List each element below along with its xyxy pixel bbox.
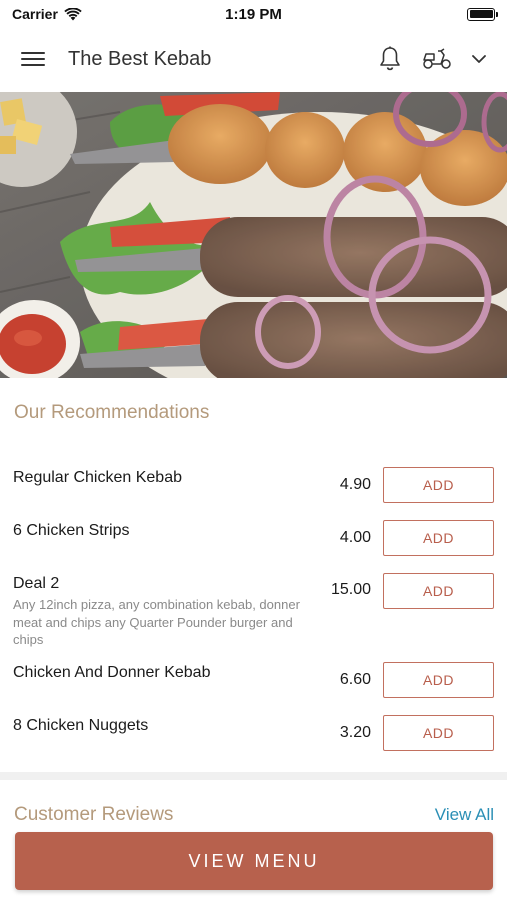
battery-icon bbox=[467, 7, 498, 21]
status-bar: Carrier 1:19 PM bbox=[0, 0, 507, 28]
add-button[interactable]: ADD bbox=[383, 467, 494, 503]
menu-item-name: Chicken And Donner Kebab bbox=[13, 664, 211, 681]
status-time: 1:19 PM bbox=[225, 6, 282, 23]
menu-item-price: 6.60 bbox=[339, 671, 371, 688]
add-button[interactable]: ADD bbox=[383, 573, 494, 609]
add-button[interactable]: ADD bbox=[383, 520, 494, 556]
menu-item-price: 4.00 bbox=[339, 529, 371, 546]
add-button[interactable]: ADD bbox=[383, 662, 494, 698]
page-title: The Best Kebab bbox=[68, 47, 212, 70]
chevron-down-icon[interactable] bbox=[471, 46, 487, 72]
menu-item-name: Deal 2 bbox=[13, 575, 60, 592]
reviews-title: Customer Reviews bbox=[14, 804, 174, 825]
menu-item-price: 15.00 bbox=[330, 581, 371, 598]
nav-bar: The Best Kebab bbox=[0, 28, 507, 90]
menu-icon[interactable] bbox=[20, 49, 46, 69]
recommendations-title: Our Recommendations bbox=[14, 402, 210, 423]
section-divider bbox=[0, 772, 507, 780]
menu-item-price: 4.90 bbox=[339, 476, 371, 493]
menu-item-name: 6 Chicken Strips bbox=[13, 522, 130, 539]
hero-image bbox=[0, 92, 507, 378]
menu-item-price: 3.20 bbox=[339, 724, 371, 741]
view-all-link[interactable]: View All bbox=[435, 805, 494, 825]
view-menu-button[interactable]: VIEW MENU bbox=[15, 832, 493, 890]
menu-item-description: Any 12inch pizza, any combination kebab,… bbox=[13, 597, 300, 647]
scooter-icon[interactable] bbox=[421, 46, 453, 72]
add-button[interactable]: ADD bbox=[383, 715, 494, 751]
nav-actions bbox=[377, 46, 487, 72]
bell-icon[interactable] bbox=[377, 46, 403, 72]
menu-item-name: 8 Chicken Nuggets bbox=[13, 717, 149, 734]
menu-item-name: Regular Chicken Kebab bbox=[13, 469, 182, 486]
